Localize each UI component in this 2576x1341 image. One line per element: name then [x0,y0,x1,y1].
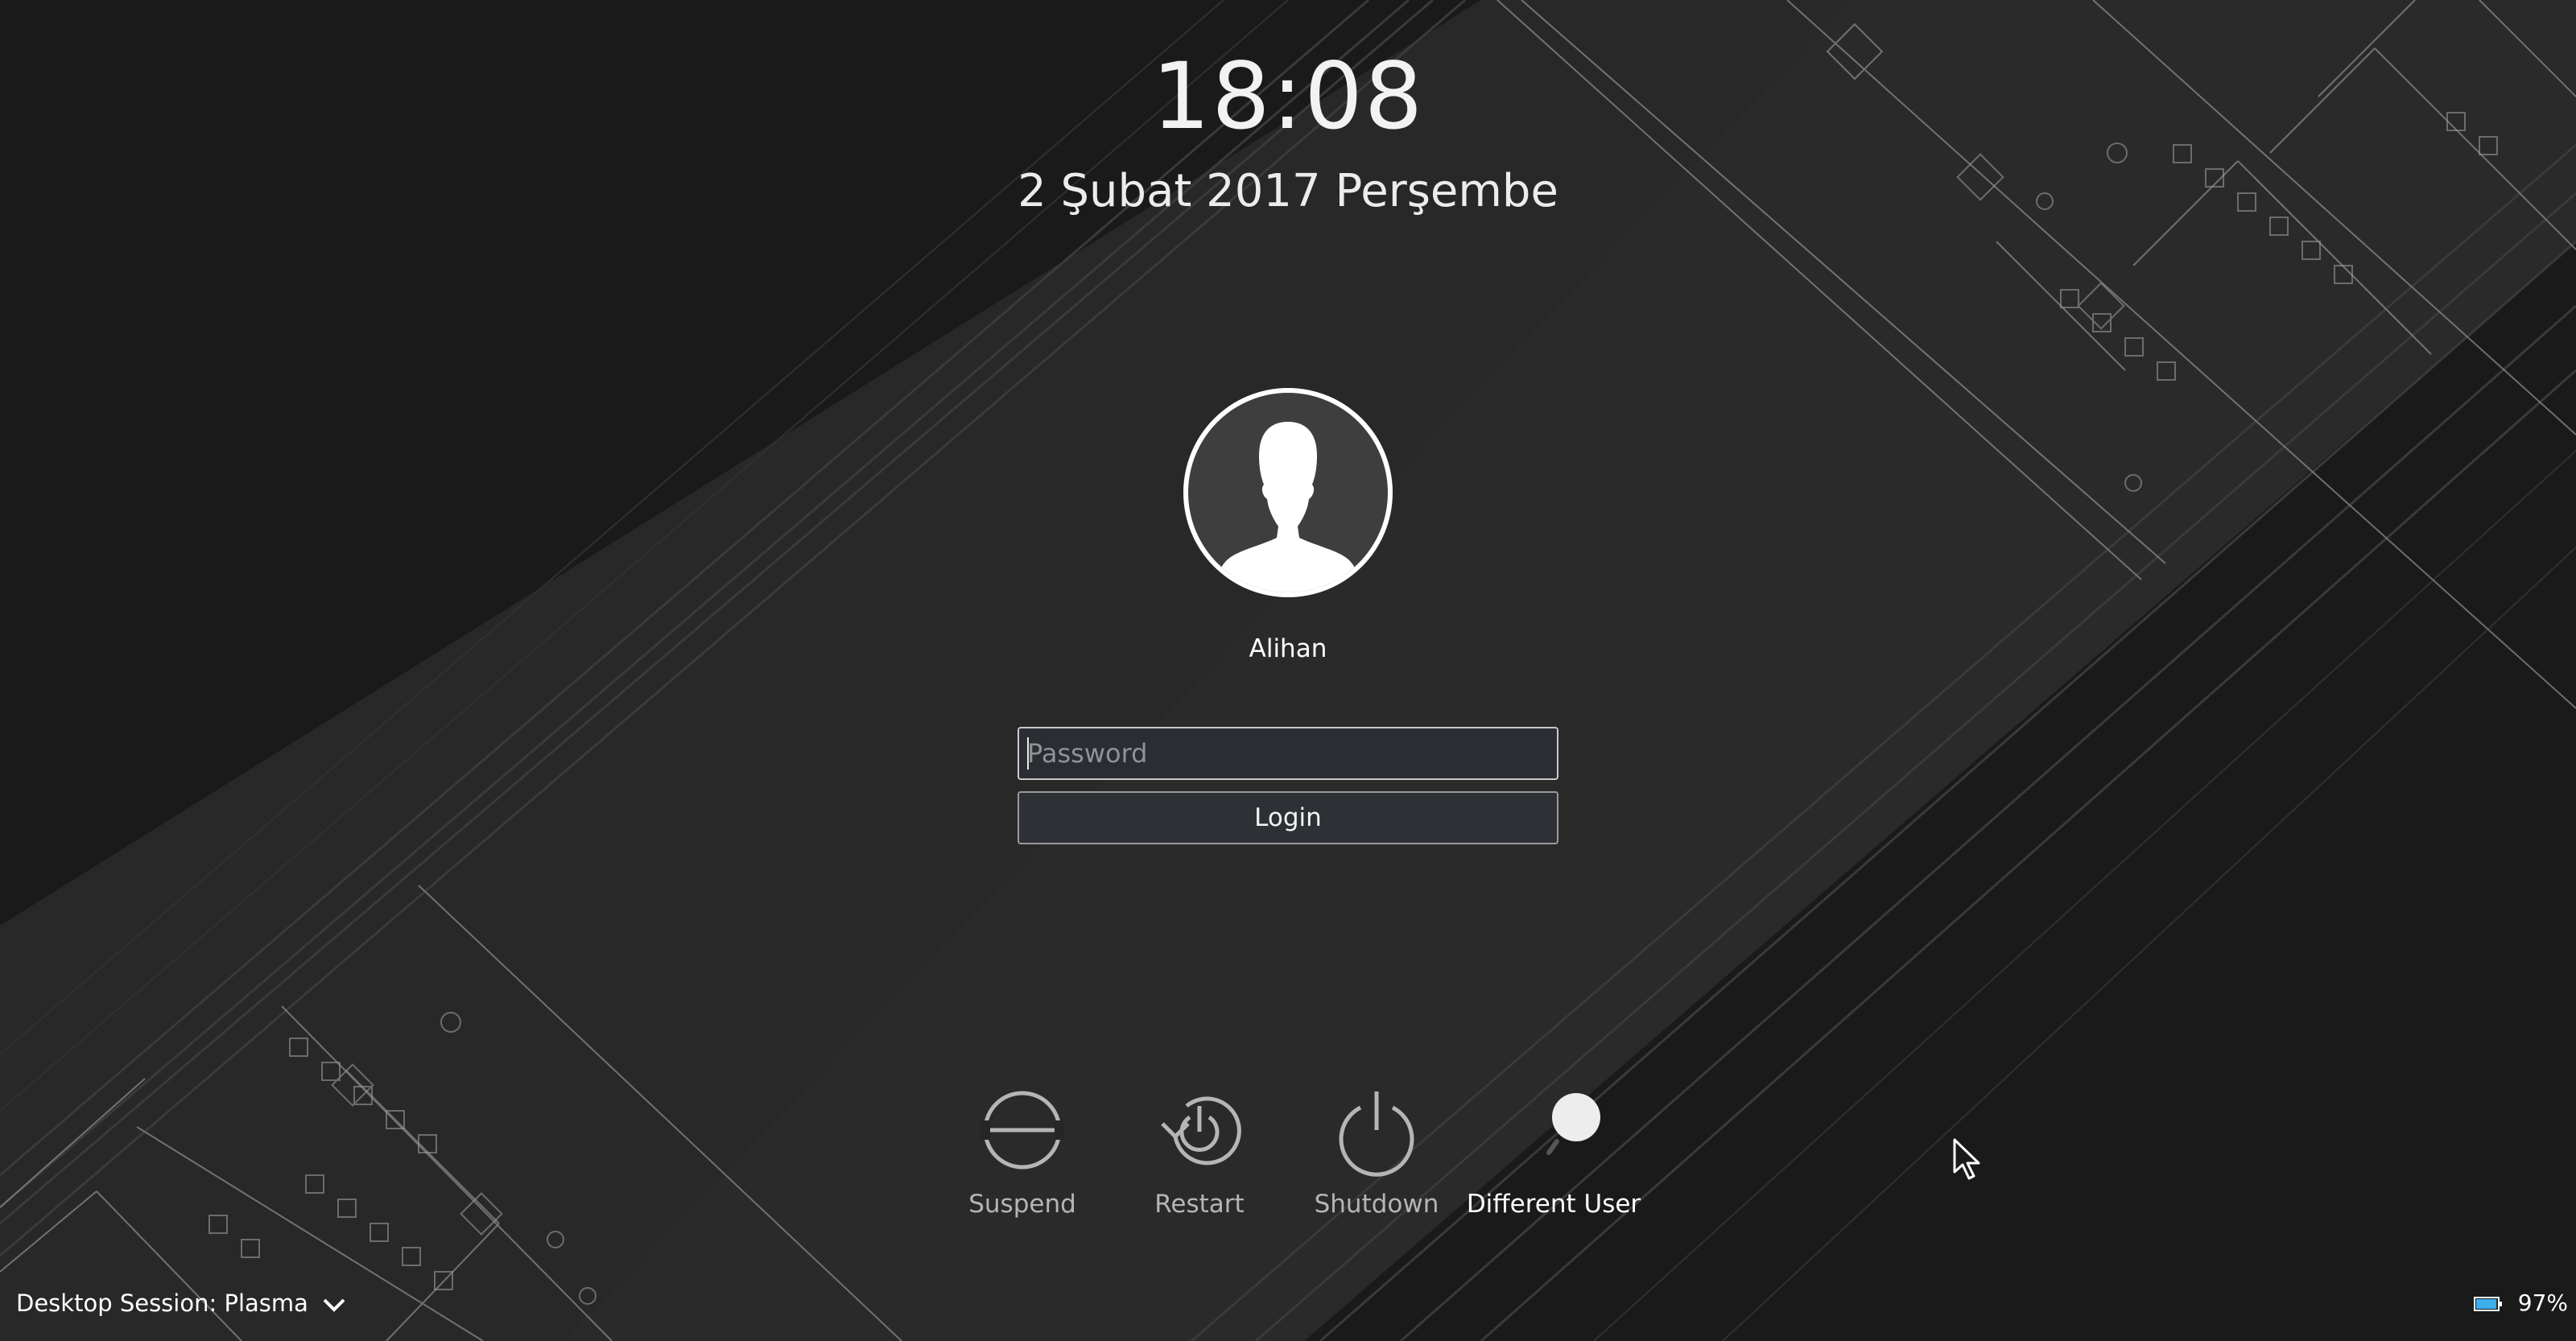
clock-time: 18:08 [1151,43,1425,150]
mouse-cursor-icon [1953,1138,1980,1180]
shutdown-button[interactable]: Shutdown [1280,1088,1473,1225]
restart-button[interactable]: Restart [1103,1088,1296,1225]
login-button[interactable]: Login [1018,791,1558,844]
session-label: Desktop Session: Plasma [16,1289,308,1317]
session-selector[interactable]: Desktop Session: Plasma [16,1286,346,1320]
chevron-down-icon [323,1298,345,1312]
user-silhouette-icon [1216,422,1360,592]
restart-label: Restart [1154,1190,1245,1219]
password-input[interactable] [1018,727,1558,780]
different-user-button[interactable]: Different User [1457,1088,1650,1225]
shutdown-label: Shutdown [1314,1190,1439,1219]
login-screen: 18:08 2 Şubat 2017 Perşembe Alihan Login… [0,0,2576,1341]
shutdown-icon [1339,1091,1414,1177]
battery-indicator[interactable]: 97% [2473,1286,2568,1320]
text-caret [1027,737,1029,770]
suspend-icon [980,1091,1064,1170]
battery-icon [2473,1297,2502,1311]
battery-percent: 97% [2517,1289,2568,1316]
different-user-label: Different User [1466,1190,1641,1219]
username-label: Alihan [1249,634,1327,663]
restart-icon [1161,1096,1241,1166]
suspend-label: Suspend [968,1190,1076,1219]
suspend-button[interactable]: Suspend [926,1088,1119,1225]
user-avatar[interactable] [1188,393,1388,592]
clock-date: 2 Şubat 2017 Perşembe [1018,165,1558,217]
different-user-icon [1546,1093,1600,1155]
